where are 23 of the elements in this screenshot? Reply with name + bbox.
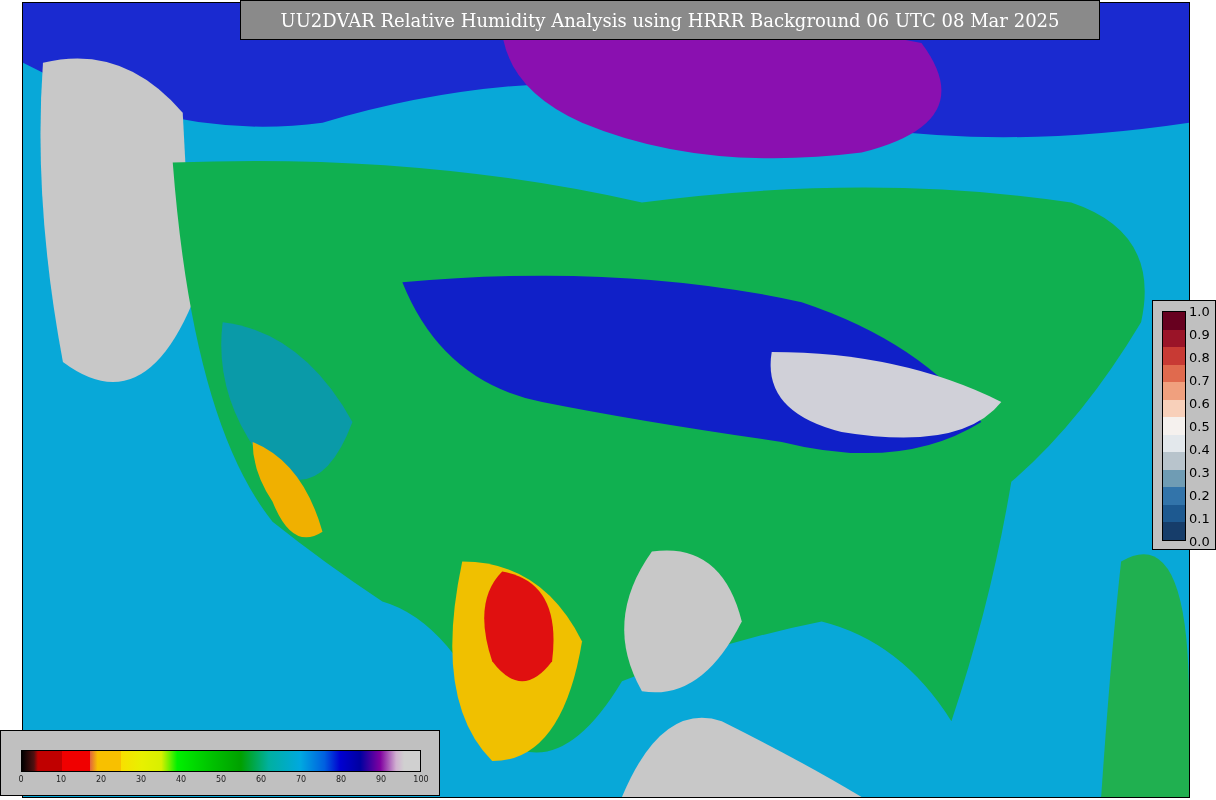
scale-tick-label: 0.8	[1189, 350, 1210, 364]
scale-tick-label: 70	[295, 776, 307, 784]
scale-tick-label: 0.3	[1189, 465, 1210, 479]
scale-tick-label: 20	[95, 776, 107, 784]
scale-tick-label: 0.7	[1189, 373, 1210, 387]
scale-tick-label: 90	[375, 776, 387, 784]
scale-tick-label: 60	[255, 776, 267, 784]
scale-tick-label: 0.5	[1189, 419, 1210, 433]
scale-tick-label: 30	[135, 776, 147, 784]
scale-tick-label: 0.0	[1189, 534, 1210, 548]
scale-tick-label: 0	[18, 776, 24, 784]
scale-tick-label: 0.9	[1189, 327, 1210, 341]
scale-tick-label: 0.2	[1189, 488, 1210, 502]
scale-tick-label: 0.6	[1189, 396, 1210, 410]
scale-tick-label: 0.1	[1189, 511, 1210, 525]
scale-tick-label: 1.0	[1189, 304, 1210, 318]
scale-tick-label: 0.4	[1189, 442, 1210, 456]
map-title: UU2DVAR Relative Humidity Analysis using HRRR Background 06 UTC 08 Mar 2025	[240, 0, 1100, 40]
scale-tick-label: 80	[335, 776, 347, 784]
scale-tick-label: 40	[175, 776, 187, 784]
scale-tick-label: 50	[215, 776, 227, 784]
scale-tick-label: 100	[413, 776, 429, 784]
scale-tick-label: 10	[55, 776, 67, 784]
